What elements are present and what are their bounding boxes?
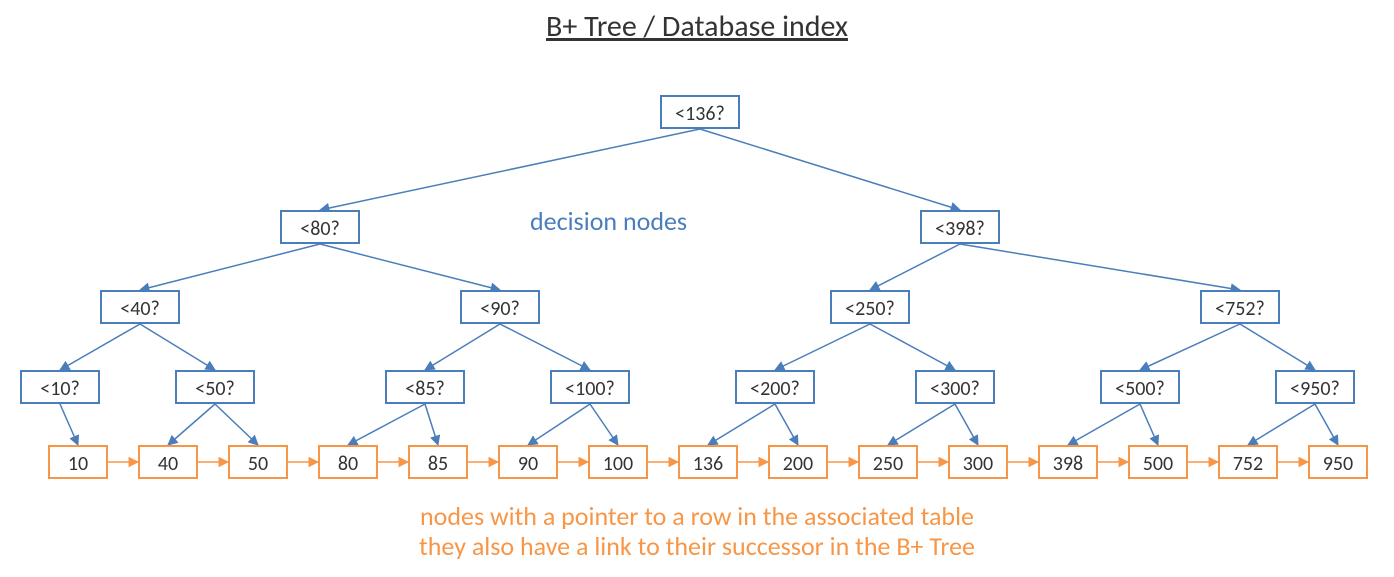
leaf-node: 398 [1038,445,1098,479]
root-node: <136? [660,95,740,129]
leaf-label-line1: nodes with a pointer to a row in the ass… [0,500,1394,532]
level3-node: <50? [175,370,255,404]
leaf-label-line2: they also have a link to their successor… [0,530,1394,562]
tree-edge [1140,324,1240,370]
tree-edge [528,404,590,445]
leaf-node: 80 [318,445,378,479]
leaf-node: 752 [1218,445,1278,479]
leaf-node: 10 [48,445,108,479]
level3-node: <100? [550,370,630,404]
tree-edge [870,324,955,370]
level3-node: <300? [915,370,995,404]
tree-edge [870,244,960,290]
level2-node: <90? [460,290,540,324]
diagram-title: B+ Tree / Database index [0,8,1394,45]
level3-node: <500? [1100,370,1180,404]
leaf-node: 100 [588,445,648,479]
leaf-node: 200 [768,445,828,479]
leaf-node: 50 [228,445,288,479]
tree-edge [140,244,320,290]
level3-node: <950? [1275,370,1355,404]
tree-edge [1068,404,1140,445]
level3-node: <200? [735,370,815,404]
leaf-node: 300 [948,445,1008,479]
tree-edge [1140,404,1158,445]
leaf-node: 136 [678,445,738,479]
tree-edges-svg [0,0,1394,577]
tree-edge [775,404,798,445]
tree-edge [320,244,500,290]
level3-node: <85? [385,370,465,404]
level1-node: <80? [280,210,360,244]
tree-edge [708,404,775,445]
leaf-node: 40 [138,445,198,479]
tree-edge [425,324,500,370]
leaf-node: 950 [1308,445,1368,479]
tree-edge [168,404,215,445]
level2-node: <752? [1200,290,1280,324]
tree-edge [320,129,700,210]
leaf-node: 500 [1128,445,1188,479]
tree-edge [1315,404,1338,445]
tree-edge [888,404,955,445]
tree-edge [960,244,1240,290]
tree-edge [1248,404,1315,445]
tree-edge [500,324,590,370]
level2-node: <250? [830,290,910,324]
tree-edge [348,404,425,445]
leaf-node: 90 [498,445,558,479]
level3-node: <10? [20,370,100,404]
tree-edge [1240,324,1315,370]
leaf-node: 85 [408,445,468,479]
tree-edge [215,404,258,445]
decision-nodes-label: decision nodes [530,205,687,237]
tree-edge [425,404,438,445]
level1-node: <398? [920,210,1000,244]
leaf-node: 250 [858,445,918,479]
tree-edge [775,324,870,370]
tree-edge [955,404,978,445]
tree-edge [590,404,618,445]
tree-edge [60,324,140,370]
tree-edge [700,129,960,210]
tree-edge [140,324,215,370]
tree-edge [60,404,78,445]
level2-node: <40? [100,290,180,324]
